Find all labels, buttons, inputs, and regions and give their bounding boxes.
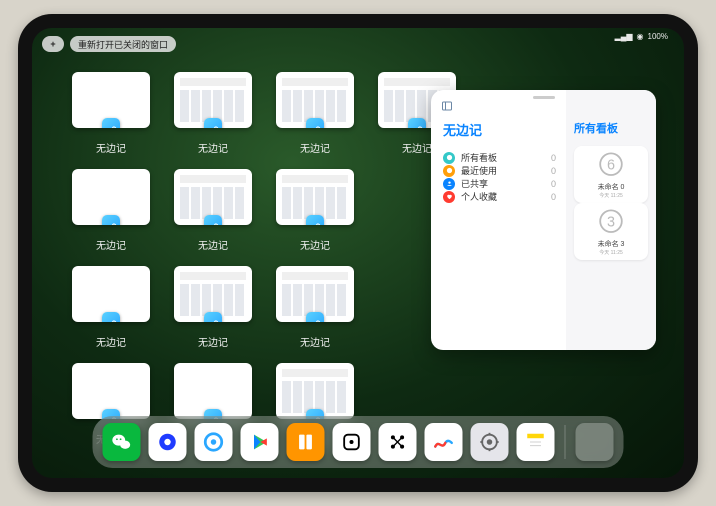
category-label: 个人收藏 — [461, 190, 497, 203]
category-count: 0 — [551, 192, 556, 202]
category-label: 最近使用 — [461, 164, 497, 177]
app-window[interactable]: 无边记 — [70, 169, 152, 252]
window-thumbnail[interactable] — [72, 363, 150, 419]
window-thumbnail[interactable] — [276, 363, 354, 419]
freeform-icon — [102, 215, 120, 225]
reopen-closed-window-button[interactable]: 重新打开已关闭的窗口 — [70, 36, 176, 52]
category-count: 0 — [551, 179, 556, 189]
dock-app-notes[interactable] — [517, 423, 555, 461]
dock-app-folder[interactable] — [576, 423, 614, 461]
window-label: 无边记 — [402, 140, 432, 155]
top-bar: + 重新打开已关闭的窗口 — [42, 36, 176, 52]
freeform-icon — [408, 118, 426, 128]
app-switcher-grid: 无边记无边记无边记无边记无边记无边记无边记无边记无边记无边记无边记无边记无边记 — [70, 72, 458, 446]
freeform-icon — [306, 118, 324, 128]
dock-separator — [565, 425, 566, 459]
window-thumbnail[interactable] — [276, 266, 354, 322]
clock-icon — [443, 165, 455, 177]
app-window[interactable]: 无边记 — [274, 169, 356, 252]
window-label: 无边记 — [198, 140, 228, 155]
freeform-panel[interactable]: 无边记 所有看板0最近使用0已共享0个人收藏0 所有看板 6未命名 0今天 11… — [431, 90, 656, 350]
freeform-icon — [306, 215, 324, 225]
app-window[interactable]: 无边记 — [274, 72, 356, 155]
window-label: 无边记 — [96, 140, 126, 155]
freeform-icon — [102, 312, 120, 322]
svg-text:3: 3 — [607, 215, 615, 231]
board-thumbnail: 3 — [593, 207, 629, 239]
category-count: 0 — [551, 166, 556, 176]
panel-board-list: 所有看板 6未命名 0今天 11:253未命名 3今天 11:25 — [566, 90, 656, 350]
wifi-icon: ◉ — [637, 32, 644, 41]
dock-app-dice[interactable] — [333, 423, 371, 461]
board-card[interactable]: 3 未命名 3今天 11:25 — [574, 203, 648, 260]
heart-icon — [443, 191, 455, 203]
category-clock[interactable]: 最近使用 0 — [443, 164, 556, 177]
dock — [93, 416, 624, 468]
freeform-icon — [204, 118, 222, 128]
board-time: 今天 11:25 — [599, 249, 623, 256]
dock-app-dots[interactable] — [379, 423, 417, 461]
window-label: 无边记 — [300, 140, 330, 155]
window-thumbnail[interactable] — [72, 266, 150, 322]
panel-right-title: 所有看板 — [574, 120, 648, 136]
dock-app-wechat[interactable] — [103, 423, 141, 461]
category-label: 已共享 — [461, 177, 488, 190]
dock-app-qqbrowser[interactable] — [195, 423, 233, 461]
category-cloud[interactable]: 所有看板 0 — [443, 151, 556, 164]
dock-app-books[interactable] — [287, 423, 325, 461]
freeform-icon — [204, 215, 222, 225]
window-thumbnail[interactable] — [174, 169, 252, 225]
dock-app-freeform[interactable] — [425, 423, 463, 461]
board-name: 未命名 0 — [598, 182, 625, 192]
dock-app-play[interactable] — [241, 423, 279, 461]
freeform-icon — [204, 312, 222, 322]
window-thumbnail[interactable] — [174, 363, 252, 419]
ipad-frame: ▂▄▆ ◉ 100% + 重新打开已关闭的窗口 无边记无边记无边记无边记无边记无… — [18, 14, 698, 492]
board-name: 未命名 3 — [598, 239, 625, 249]
category-label: 所有看板 — [461, 151, 497, 164]
app-window[interactable]: 无边记 — [70, 72, 152, 155]
app-window[interactable]: 无边记 — [70, 266, 152, 349]
window-thumbnail[interactable] — [174, 72, 252, 128]
dock-app-settings[interactable] — [471, 423, 509, 461]
board-time: 今天 11:25 — [599, 192, 623, 199]
window-label: 无边记 — [198, 334, 228, 349]
window-thumbnail[interactable] — [276, 169, 354, 225]
panel-sidebar: 无边记 所有看板 0 最近使用 0 已共享 0 个人收藏 0 — [431, 90, 566, 350]
dock-app-quark[interactable] — [149, 423, 187, 461]
sidebar-icon[interactable] — [441, 100, 453, 115]
category-heart[interactable]: 个人收藏 0 — [443, 190, 556, 203]
app-window[interactable]: 无边记 — [172, 169, 254, 252]
window-label: 无边记 — [198, 237, 228, 252]
window-thumbnail[interactable] — [276, 72, 354, 128]
people-icon — [443, 178, 455, 190]
freeform-icon — [306, 312, 324, 322]
window-thumbnail[interactable] — [72, 169, 150, 225]
window-label: 无边记 — [96, 334, 126, 349]
window-label: 无边记 — [300, 334, 330, 349]
app-window[interactable]: 无边记 — [172, 72, 254, 155]
board-card[interactable]: 6 未命名 0今天 11:25 — [574, 146, 648, 203]
window-thumbnail[interactable] — [174, 266, 252, 322]
panel-handle[interactable] — [533, 96, 555, 99]
battery-label: 100% — [648, 32, 668, 41]
window-thumbnail[interactable] — [72, 72, 150, 128]
panel-title: 无边记 — [443, 120, 556, 139]
status-bar: ▂▄▆ ◉ 100% — [615, 32, 668, 41]
board-thumbnail: 6 — [593, 150, 629, 182]
window-label: 无边记 — [300, 237, 330, 252]
freeform-icon — [102, 118, 120, 128]
category-count: 0 — [551, 153, 556, 163]
category-people[interactable]: 已共享 0 — [443, 177, 556, 190]
svg-text:6: 6 — [607, 158, 615, 174]
cloud-icon — [443, 152, 455, 164]
new-window-button[interactable]: + — [42, 36, 64, 52]
screen: ▂▄▆ ◉ 100% + 重新打开已关闭的窗口 无边记无边记无边记无边记无边记无… — [32, 28, 684, 478]
signal-icon: ▂▄▆ — [615, 32, 633, 41]
app-window[interactable]: 无边记 — [274, 266, 356, 349]
window-label: 无边记 — [96, 237, 126, 252]
app-window[interactable]: 无边记 — [172, 266, 254, 349]
